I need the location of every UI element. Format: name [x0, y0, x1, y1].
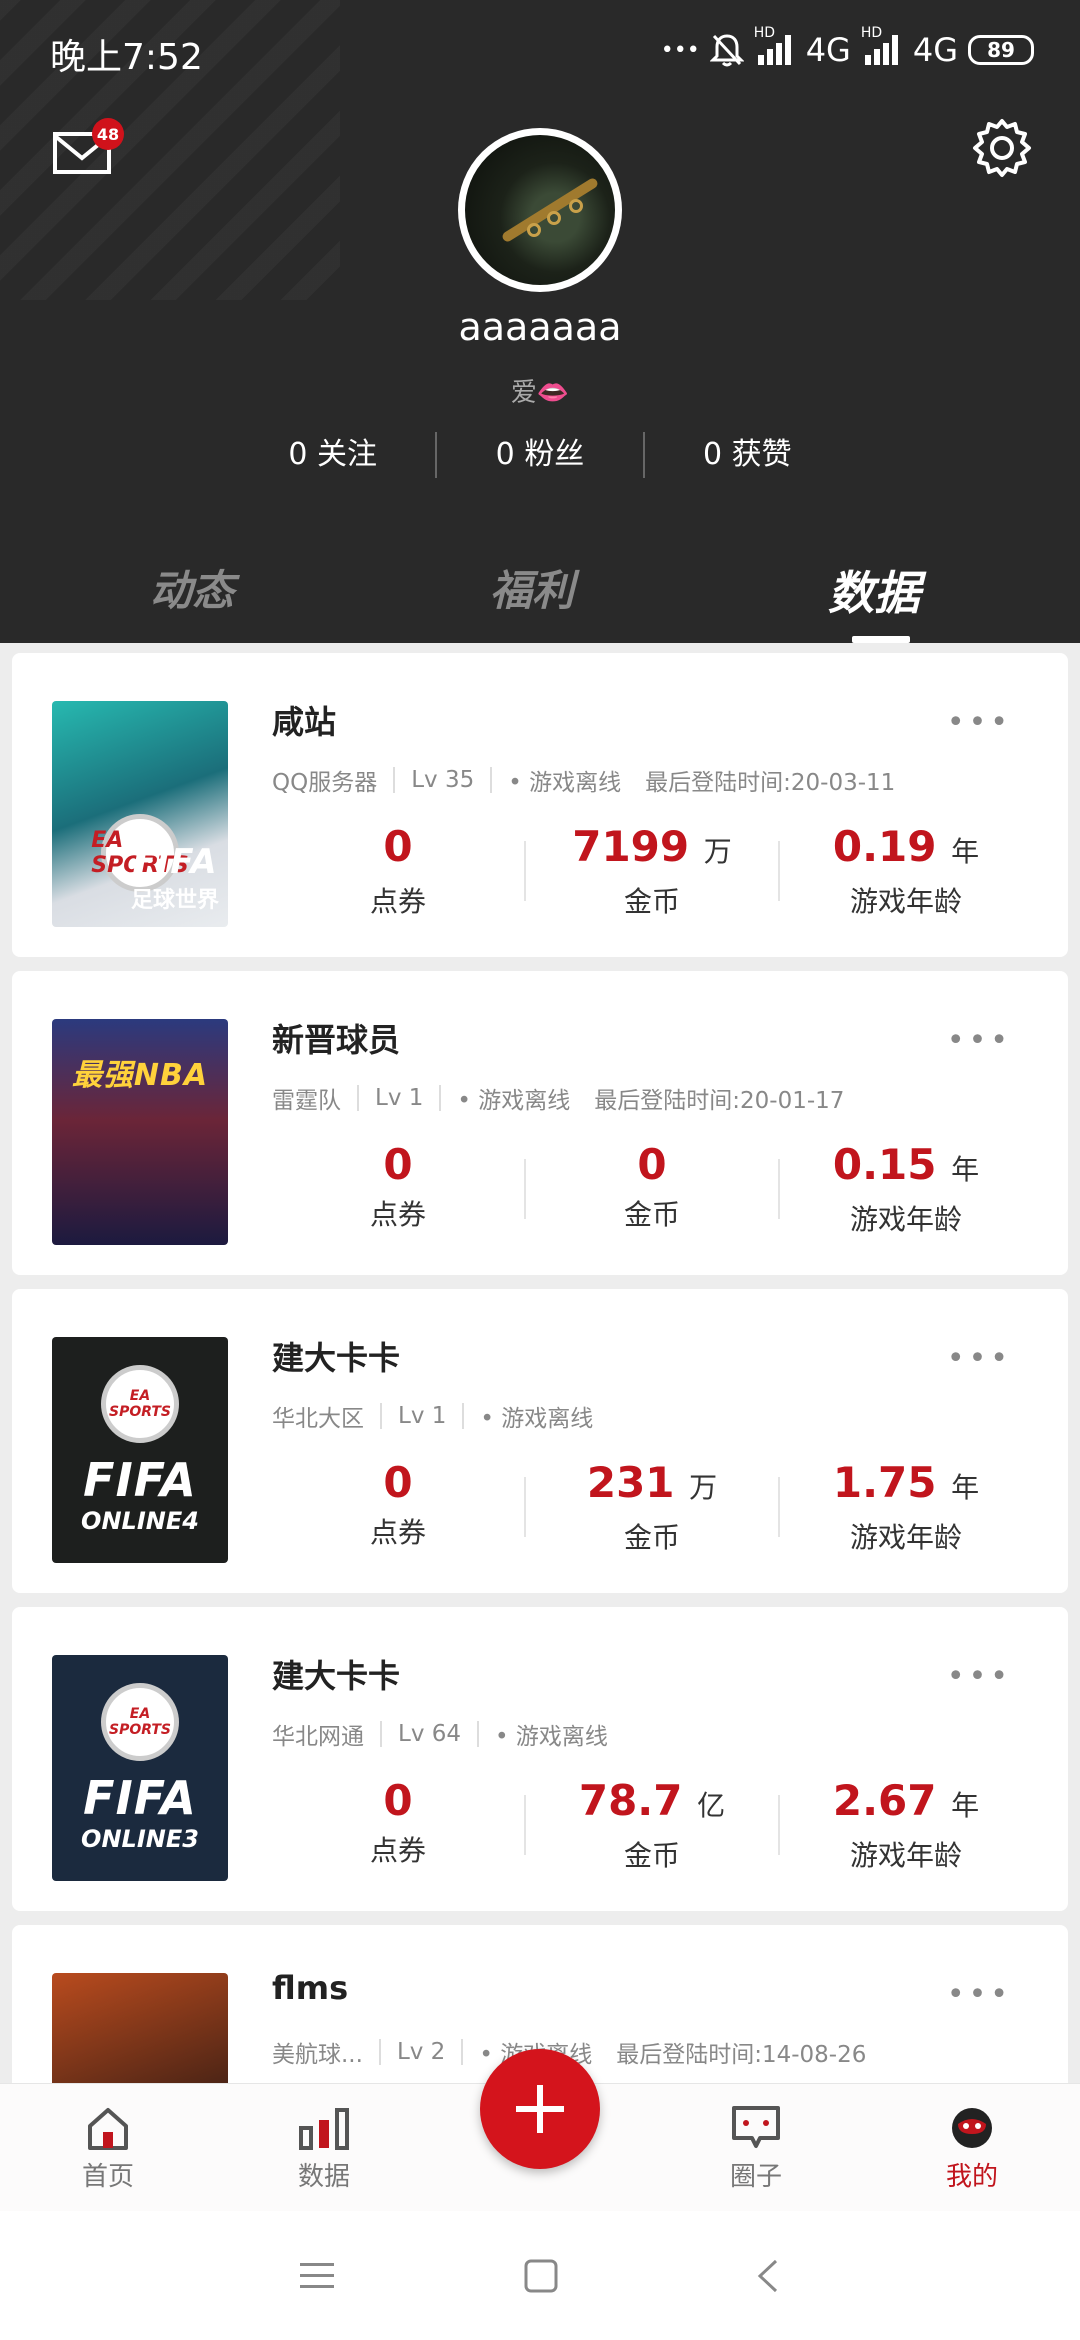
account-name: 建大卡卡 — [272, 1657, 401, 1695]
nav-me[interactable]: 我的 — [912, 2104, 1032, 2193]
stat-followers[interactable]: 0 粉丝 — [437, 430, 642, 480]
game-card[interactable]: 最强NBA 新晋球员 ••• 雷霆队 Lv 1 • 游戏离线 最后登陆时间:20… — [12, 971, 1068, 1275]
system-nav-bar — [0, 2211, 1080, 2340]
account-name: 建大卡卡 — [272, 1339, 401, 1377]
account-meta: 华北网通 Lv 64 • 游戏离线 — [272, 1721, 608, 1750]
account-name: 新晋球员 — [272, 1021, 401, 1059]
status-icons: ••• HD 4G HD 4G 89 — [660, 25, 1034, 72]
profile-header: 晚上7:52 ••• HD 4G HD 4G 89 48 aaaaaaa 爱👄 … — [0, 0, 1080, 643]
game-cover-fifa-online4: EA SPORTS FIFA ONLINE4 — [52, 1337, 228, 1563]
game-card[interactable]: EA SPORTS FIFA ONLINE4 建大卡卡 ••• 华北大区 Lv … — [12, 1289, 1068, 1593]
stat-following[interactable]: 0 关注 — [230, 430, 435, 480]
signal-icon-2: HD — [861, 25, 903, 65]
nav-community[interactable]: 圈子 — [696, 2104, 816, 2193]
more-notifications-icon: ••• — [660, 37, 700, 63]
signal-icon: HD — [754, 25, 796, 65]
network-type-2: 4G — [912, 31, 958, 69]
account-stats: 0 点券 7199 万金币 0.19 年游戏年龄 — [369, 822, 980, 918]
nav-data[interactable]: 数据 — [264, 2104, 384, 2193]
tab-welfare[interactable]: 福利 — [490, 557, 574, 618]
game-cover-fifa-online3: EA SPORTS FIFA ONLINE3 — [52, 1655, 228, 1881]
account-name: 咸站 — [272, 703, 337, 741]
add-button[interactable] — [480, 2049, 600, 2169]
game-card[interactable]: EA SPORTS FIFA ONLINE3 建大卡卡 ••• 华北网通 Lv … — [12, 1607, 1068, 1911]
bell-muted-icon — [709, 34, 744, 67]
game-cover-basketball — [52, 1973, 228, 2083]
tab-active-indicator — [852, 636, 910, 643]
profile-tabs: 动态 福利 数据 — [0, 545, 1080, 643]
tab-activity[interactable]: 动态 — [150, 557, 234, 618]
profile-icon — [952, 2108, 992, 2148]
more-icon[interactable]: ••• — [947, 1023, 1012, 1058]
account-stats: 0 点券 231 万金币 1.75 年游戏年龄 — [369, 1458, 980, 1554]
menu-icon[interactable] — [300, 2261, 334, 2291]
more-icon[interactable]: ••• — [947, 705, 1012, 740]
chart-icon — [299, 2108, 349, 2150]
mail-badge: 48 — [92, 118, 124, 150]
username: aaaaaaa — [458, 305, 622, 349]
game-card[interactable]: EA SPORTS FIFA 足球世界 咸站 ••• QQ服务器 Lv 35 •… — [12, 653, 1068, 957]
home-icon — [88, 2108, 128, 2150]
account-meta: 雷霆队 Lv 1 • 游戏离线 最后登陆时间:20-01-17 — [272, 1085, 845, 1114]
more-icon[interactable]: ••• — [947, 1659, 1012, 1694]
stat-likes[interactable]: 0 获赞 — [645, 430, 850, 480]
game-cover-nba: 最强NBA — [52, 1019, 228, 1245]
game-account-list: EA SPORTS FIFA 足球世界 咸站 ••• QQ服务器 Lv 35 •… — [0, 643, 1080, 2083]
account-meta: QQ服务器 Lv 35 • 游戏离线 最后登陆时间:20-03-11 — [272, 767, 896, 796]
account-stats: 0 点券 0 金币 0.15 年游戏年龄 — [369, 1140, 980, 1236]
more-icon[interactable]: ••• — [947, 1341, 1012, 1376]
status-time: 晚上7:52 — [50, 37, 203, 78]
bio: 爱👄 — [510, 378, 570, 408]
plus-icon — [516, 2085, 564, 2133]
account-meta: 华北大区 Lv 1 • 游戏离线 — [272, 1403, 594, 1432]
avatar[interactable] — [458, 128, 622, 292]
account-name: flms — [272, 1969, 349, 2007]
nav-home[interactable]: 首页 — [48, 2104, 168, 2193]
tab-data[interactable]: 数据 — [828, 557, 920, 623]
account-stats: 0 点券 78.7 亿金币 2.67 年游戏年龄 — [369, 1776, 980, 1872]
chat-icon — [732, 2106, 780, 2148]
back-icon[interactable] — [756, 2259, 780, 2293]
profile-stats: 0 关注 0 粉丝 0 获赞 — [230, 430, 850, 480]
settings-gear-icon[interactable] — [972, 118, 1032, 178]
status-bar: 晚上7:52 ••• HD 4G HD 4G 89 — [0, 0, 1080, 100]
more-icon[interactable]: ••• — [947, 1977, 1012, 2012]
battery-icon: 89 — [968, 35, 1034, 65]
network-type-1: 4G — [805, 31, 851, 69]
game-cover-fifa-world: EA SPORTS FIFA 足球世界 — [52, 701, 228, 927]
home-square-icon[interactable] — [524, 2259, 558, 2293]
